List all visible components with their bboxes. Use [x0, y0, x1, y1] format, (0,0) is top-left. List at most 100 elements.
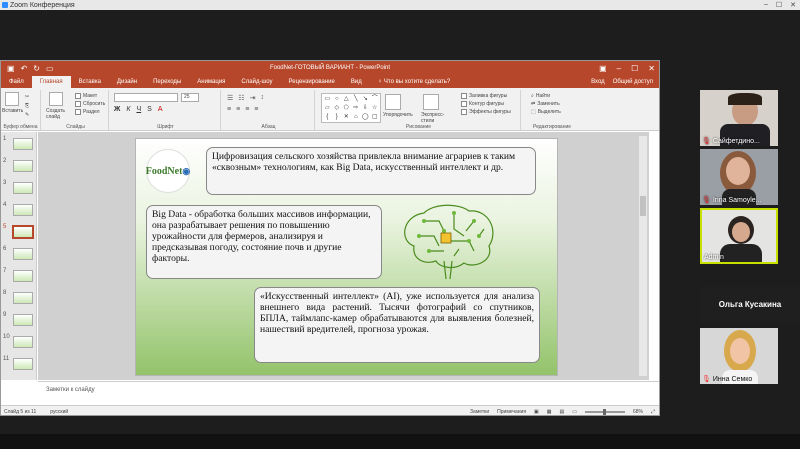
- select-button[interactable]: ⬚ Выделить: [531, 109, 561, 115]
- cut-icon[interactable]: ✂: [25, 94, 29, 100]
- shape-fill-button[interactable]: Заливка фигуры: [461, 93, 511, 99]
- thumbnail-slide-10[interactable]: 10: [3, 334, 35, 352]
- align-center-icon[interactable]: ≡: [236, 106, 240, 113]
- replace-button[interactable]: ⇄ Заменить: [531, 101, 561, 107]
- thumbnail-slide-7[interactable]: 7: [3, 268, 35, 286]
- tab-animations[interactable]: Анимация: [189, 76, 233, 88]
- layout-button[interactable]: Макет: [75, 93, 105, 99]
- slide-counter: Слайд 5 из 11: [4, 408, 37, 415]
- font-color-icon[interactable]: A: [158, 106, 163, 113]
- copy-icon[interactable]: ⎘: [25, 103, 29, 109]
- group-editing: ⌕ Найти ⇄ Заменить ⬚ Выделить Редактировани…: [523, 90, 581, 130]
- tab-transitions[interactable]: Переходы: [145, 76, 189, 88]
- font-size-select[interactable]: 25: [181, 93, 199, 102]
- start-show-icon[interactable]: ▭: [46, 64, 54, 73]
- numbering-icon[interactable]: ☷: [238, 94, 244, 102]
- zoom-level[interactable]: 68%: [633, 409, 643, 415]
- sorter-view-icon[interactable]: ▦: [547, 409, 552, 415]
- video-tile-participant-2[interactable]: 🎙 Irina Samoyle...: [700, 149, 778, 205]
- tab-home[interactable]: Главная: [31, 76, 71, 88]
- close-icon[interactable]: ✕: [790, 1, 796, 9]
- font-name-select[interactable]: [114, 93, 178, 102]
- thumbnail-slide-9[interactable]: 9: [3, 312, 35, 330]
- find-button[interactable]: ⌕ Найти: [531, 93, 561, 99]
- slide-textbox-ai[interactable]: «Искусственный интеллект» (AI), уже испо…: [254, 287, 540, 363]
- tell-me-box[interactable]: ♀ Что вы хотите сделать?: [370, 76, 459, 88]
- thumbnail-slide-11[interactable]: 11: [3, 356, 35, 374]
- bold-icon[interactable]: Ж: [114, 106, 120, 113]
- language-indicator[interactable]: русский: [50, 409, 68, 415]
- thumbnail-slide-6[interactable]: 6: [3, 246, 35, 264]
- tab-file[interactable]: Файл: [1, 76, 32, 88]
- close-icon[interactable]: ✕: [648, 64, 655, 73]
- thumbnail-slide-3[interactable]: 3: [3, 180, 35, 198]
- reading-view-icon[interactable]: ▤: [560, 409, 565, 415]
- maximize-icon[interactable]: ☐: [776, 1, 782, 9]
- line-spacing-icon[interactable]: ↕: [260, 94, 264, 102]
- tell-me-text: Что вы хотите сделать?: [383, 79, 451, 85]
- thumbnail-slide-1[interactable]: 1: [3, 136, 35, 154]
- section-button[interactable]: Раздел: [75, 109, 105, 115]
- vertical-scrollbar[interactable]: [639, 136, 647, 376]
- thumbnail-slide-2[interactable]: 2: [3, 158, 35, 176]
- video-tile-participant-3[interactable]: Admin: [700, 208, 778, 264]
- minimize-icon[interactable]: –: [617, 64, 621, 73]
- tab-insert[interactable]: Вставка: [71, 76, 109, 88]
- redo-icon[interactable]: ↻: [33, 64, 40, 73]
- new-slide-icon[interactable]: [49, 92, 63, 106]
- tab-design[interactable]: Дизайн: [109, 76, 145, 88]
- normal-view-icon[interactable]: ▣: [534, 409, 539, 415]
- notes-toggle[interactable]: Заметки: [470, 409, 489, 415]
- brain-circuit-image: [404, 204, 494, 280]
- video-tile-participant-1[interactable]: 🎙 Сайфетдино...: [700, 90, 778, 146]
- slide-textbox-big-data[interactable]: Big Data - обработка больших массивов ин…: [146, 205, 382, 279]
- ribbon-display-icon[interactable]: ▣: [599, 64, 607, 73]
- underline-icon[interactable]: Ч: [136, 106, 141, 113]
- share-button[interactable]: Общий доступ: [613, 76, 653, 88]
- shape-outline-button[interactable]: Контур фигуры: [461, 101, 511, 107]
- maximize-icon[interactable]: ☐: [631, 64, 638, 73]
- indent-icon[interactable]: ⇥: [250, 94, 256, 102]
- format-painter-icon[interactable]: ✎: [25, 112, 29, 118]
- undo-icon[interactable]: ↶: [21, 64, 28, 73]
- shapes-gallery[interactable]: ▭ ○ △ ╲ ↘ ⌒ ▱ ◇ ⬠ ⇨ ⇩ ☆ {} ✕ ⌂ ◯ ▢: [321, 93, 381, 123]
- thumbnail-slide-4[interactable]: 4: [3, 202, 35, 220]
- thumbnail-slide-5[interactable]: 5: [3, 224, 35, 242]
- align-left-icon[interactable]: ≡: [227, 106, 231, 113]
- justify-icon[interactable]: ≡: [254, 106, 258, 113]
- paste-icon[interactable]: [5, 92, 19, 106]
- fit-slide-icon[interactable]: ⤢: [651, 409, 655, 415]
- quick-styles-button[interactable]: Экспресс-стили: [421, 112, 447, 124]
- participant-name-tile[interactable]: Ольга Кусакина: [700, 287, 800, 323]
- current-slide[interactable]: FoodNet ◉ Цифровизация сельского хозяйств…: [135, 138, 558, 376]
- paste-button[interactable]: Вставить: [2, 108, 23, 114]
- arrange-button[interactable]: Упорядочить: [383, 112, 413, 118]
- minimize-icon[interactable]: –: [764, 1, 768, 9]
- slide-textbox-digitalization[interactable]: Цифровизация сельского хозяйства привлек…: [206, 147, 536, 195]
- group-label-slides: Слайды: [66, 124, 85, 130]
- quick-styles-icon[interactable]: [423, 94, 439, 110]
- italic-icon[interactable]: К: [126, 106, 130, 113]
- ribbon-tabs: Файл Главная Вставка Дизайн Переходы Ани…: [1, 75, 659, 88]
- tab-review[interactable]: Рецензирование: [281, 76, 343, 88]
- zoom-slider[interactable]: [584, 408, 625, 415]
- reset-button[interactable]: Сбросить: [75, 101, 105, 107]
- tab-view[interactable]: Вид: [343, 76, 370, 88]
- strike-icon[interactable]: S: [147, 106, 152, 113]
- save-icon[interactable]: ▣: [7, 64, 15, 73]
- scrollbar-thumb[interactable]: [640, 196, 646, 216]
- comments-toggle[interactable]: Примечания: [497, 409, 526, 415]
- thumbnail-slide-8[interactable]: 8: [3, 290, 35, 308]
- group-font: 25 ЖКЧSA Шрифт: [111, 90, 221, 130]
- slideshow-view-icon[interactable]: ▭: [572, 409, 577, 415]
- bullets-icon[interactable]: ☰: [227, 94, 233, 102]
- video-tile-participant-5[interactable]: 🎙 Инна Семко: [700, 328, 778, 384]
- new-slide-button[interactable]: Создать слайд: [46, 108, 68, 120]
- group-slides: Создать слайд Макет Сбросить Раздел Слай…: [43, 90, 109, 130]
- align-right-icon[interactable]: ≡: [245, 106, 249, 113]
- arrange-icon[interactable]: [385, 94, 401, 110]
- notes-pane[interactable]: Заметки к слайду: [38, 381, 659, 405]
- shape-effects-button[interactable]: Эффекты фигуры: [461, 109, 511, 115]
- tab-slideshow[interactable]: Слайд-шоу: [233, 76, 280, 88]
- sign-in-link[interactable]: Вход: [591, 76, 605, 88]
